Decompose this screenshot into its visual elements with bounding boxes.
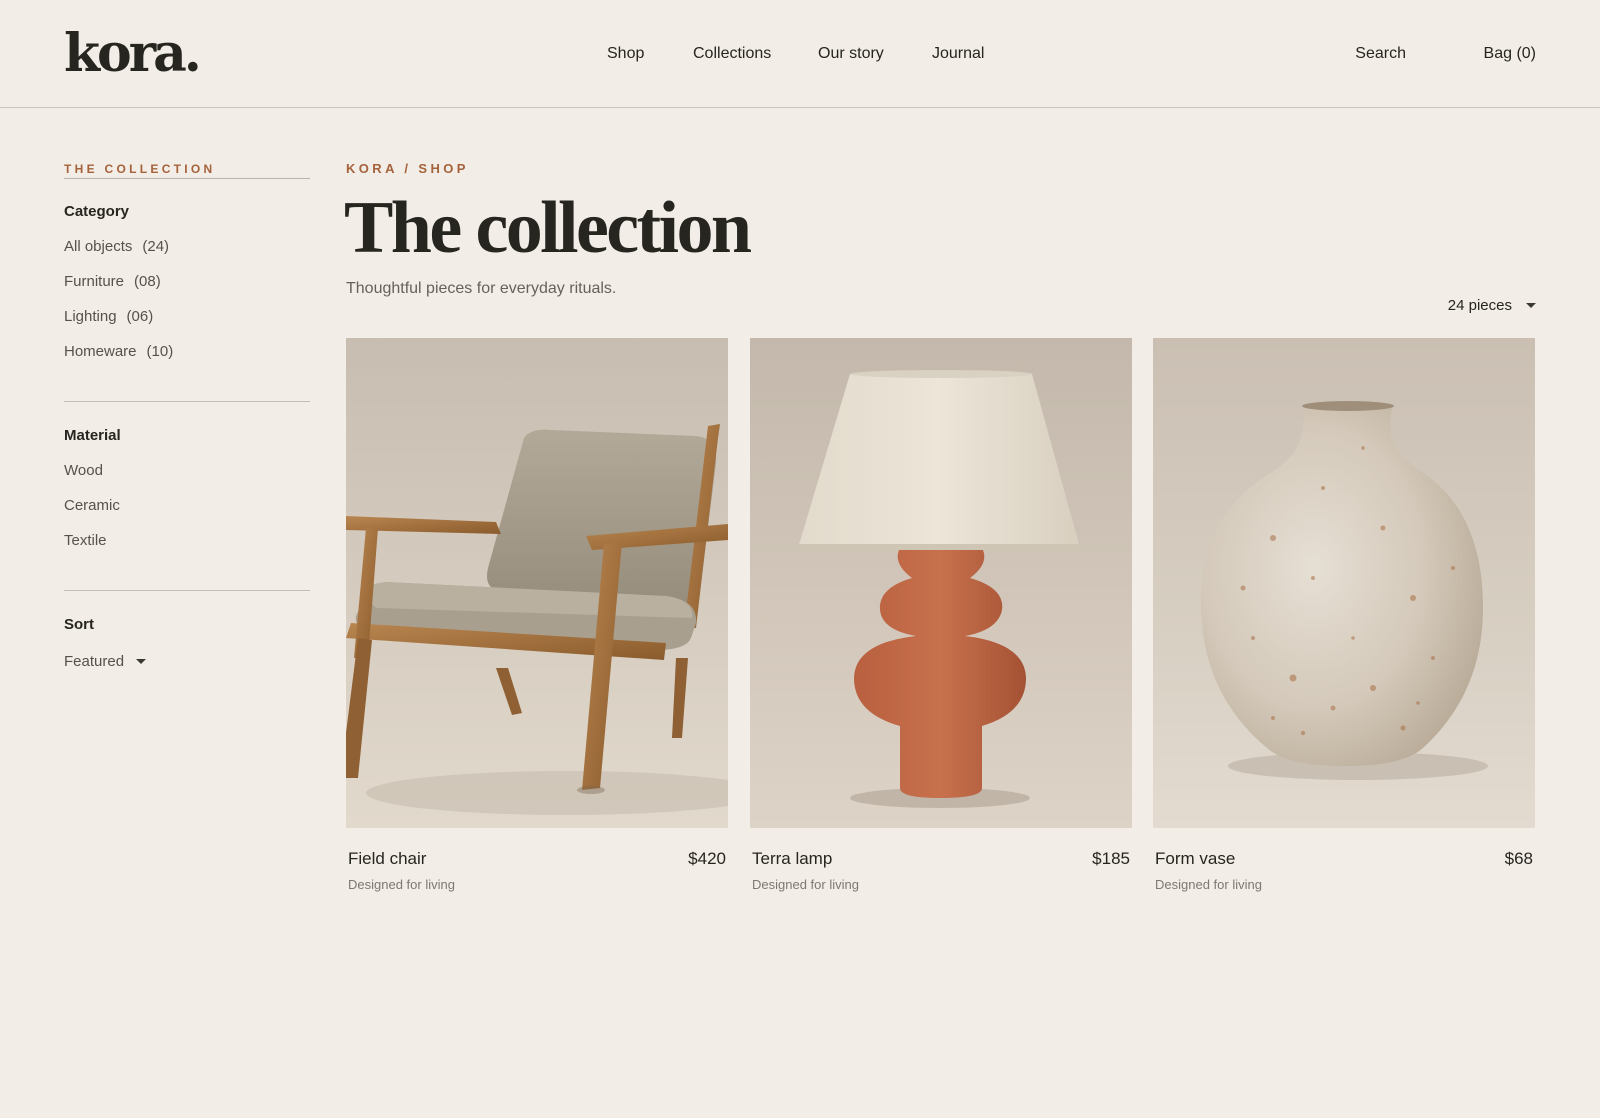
chevron-down-icon	[136, 658, 147, 664]
filter-sidebar: THE COLLECTION Category All objects (24) …	[64, 160, 310, 670]
material-item-ceramic[interactable]: Ceramic	[64, 496, 120, 516]
piece-count-value: 24 pieces	[1447, 297, 1512, 314]
product-card-form-vase[interactable]: Form vase $68 Designed for living	[1153, 338, 1535, 892]
category-heading: Category	[64, 203, 130, 220]
category-item-all[interactable]: All objects (24)	[64, 237, 169, 257]
chevron-down-icon	[1526, 302, 1536, 308]
utility-nav: Search Bag (0)	[1236, 43, 1536, 65]
sort-heading: Sort	[64, 616, 94, 633]
category-label: Lighting	[64, 308, 117, 325]
category-item-homeware[interactable]: Homeware (10)	[64, 342, 173, 362]
sort-control: Sort Featured	[64, 615, 310, 670]
product-name[interactable]: Terra lamp	[752, 848, 832, 870]
sort-value: Featured	[64, 653, 125, 670]
nav-item-our-story[interactable]: Our story	[818, 43, 884, 65]
product-tagline: Designed for living	[1155, 877, 1262, 892]
material-item-wood[interactable]: Wood	[64, 461, 103, 481]
category-count: (10)	[146, 343, 174, 360]
breadcrumb: KORA / SHOP	[346, 161, 469, 176]
material-heading: Material	[64, 427, 121, 444]
product-price: $68	[1504, 849, 1533, 868]
category-item-furniture[interactable]: Furniture (08)	[64, 272, 161, 292]
product-price: $420	[688, 849, 726, 868]
sidebar-divider	[64, 590, 310, 591]
product-name[interactable]: Form vase	[1155, 848, 1235, 870]
nav-item-collections[interactable]: Collections	[693, 43, 771, 65]
ceramic-vase-photo[interactable]	[1153, 338, 1535, 828]
piece-count-select[interactable]: 24 pieces	[1448, 296, 1536, 316]
table-lamp-photo[interactable]	[750, 338, 1132, 828]
product-price: $185	[1092, 849, 1130, 868]
category-count: (24)	[142, 238, 170, 255]
material-item-textile[interactable]: Textile	[64, 531, 107, 551]
nav-item-shop[interactable]: Shop	[607, 43, 644, 65]
product-tagline: Designed for living	[348, 877, 455, 892]
page-title: The collection	[344, 187, 752, 269]
category-count: (08)	[134, 273, 161, 290]
category-label: Homeware	[64, 343, 137, 360]
product-name[interactable]: Field chair	[348, 848, 426, 870]
category-filter: Category All objects (24) Furniture (08) L…	[64, 202, 310, 360]
product-tagline: Designed for living	[752, 877, 859, 892]
product-card-terra-lamp[interactable]: Terra lamp $185 Designed for living	[750, 338, 1132, 892]
category-label: All objects	[64, 238, 133, 255]
armchair-photo[interactable]	[346, 338, 728, 828]
site-header: kora. Shop Collections Our story Journal…	[0, 0, 1600, 108]
sort-select[interactable]: Featured	[64, 652, 147, 672]
nav-item-journal[interactable]: Journal	[932, 43, 984, 65]
category-label: Furniture	[64, 273, 125, 290]
material-filter: Material Wood Ceramic Textile	[64, 426, 310, 549]
sidebar-divider	[64, 401, 310, 402]
bag-link[interactable]: Bag (0)	[1484, 43, 1536, 65]
category-item-lighting[interactable]: Lighting (06)	[64, 307, 153, 327]
search-link[interactable]: Search	[1355, 43, 1406, 65]
category-count: (06)	[126, 308, 154, 325]
sidebar-eyebrow: THE COLLECTION	[64, 160, 310, 179]
page-subtitle: Thoughtful pieces for everyday rituals.	[346, 280, 617, 297]
product-card-field-chair[interactable]: Field chair $420 Designed for living	[346, 338, 728, 892]
